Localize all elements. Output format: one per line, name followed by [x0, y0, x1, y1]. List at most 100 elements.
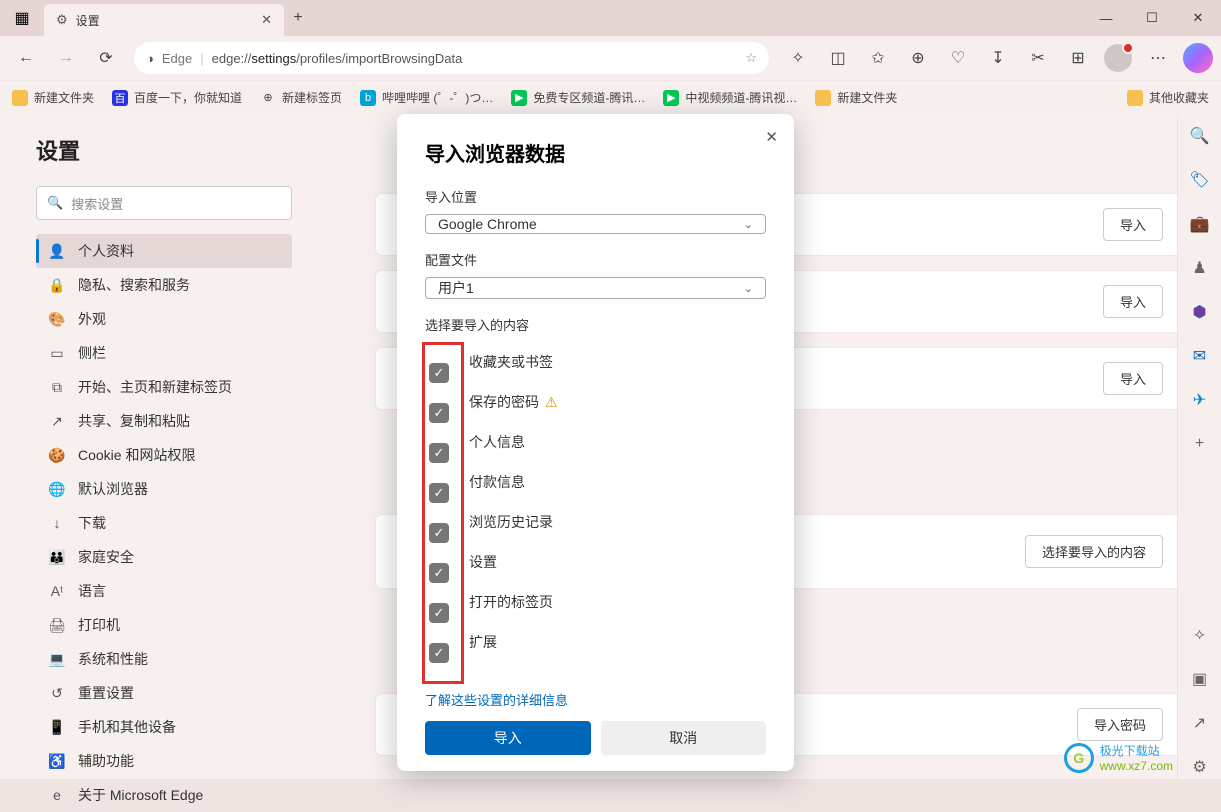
sidebar-item-label: 系统和性能 [78, 649, 148, 669]
sidebar-item[interactable]: 🔒隐私、搜索和服务 [36, 268, 292, 302]
edge-label: Edge [162, 51, 192, 66]
import-option-checkbox[interactable]: ✓ [429, 563, 449, 583]
browser-tab[interactable]: ⚙ 设置 ✕ [44, 4, 284, 36]
import-confirm-button[interactable]: 导入 [425, 721, 591, 755]
sidebar-item[interactable]: 👤个人资料 [36, 234, 292, 268]
bookmark-item[interactable]: 新建文件夹 [815, 89, 897, 106]
collections-icon[interactable]: ⊕ [899, 40, 937, 76]
sidebar-item[interactable]: ↗共享、复制和粘贴 [36, 404, 292, 438]
downloads-icon[interactable]: ↧ [979, 40, 1017, 76]
bookmark-icon [815, 90, 831, 106]
apps-icon[interactable]: ⊞ [1059, 40, 1097, 76]
maximize-button[interactable]: ☐ [1129, 0, 1175, 36]
minimize-button[interactable]: — [1083, 0, 1129, 36]
bookmark-item[interactable]: ⊕新建标签页 [260, 89, 342, 106]
sidebar-item[interactable]: ↓下载 [36, 506, 292, 540]
profile-select[interactable]: 用户1 ⌄ [425, 277, 766, 299]
extensions-icon[interactable]: ✧ [779, 40, 817, 76]
chevron-down-icon: ⌄ [744, 218, 753, 231]
tab-overview-icon[interactable]: ▦ [0, 8, 44, 28]
favorites-icon[interactable]: ✩ [859, 40, 897, 76]
bookmark-icon: ▶ [663, 90, 679, 106]
toolbox-icon[interactable]: 💼 [1188, 212, 1212, 236]
sidebar-item-icon: ♿ [48, 753, 66, 770]
import-option-checkbox[interactable]: ✓ [429, 403, 449, 423]
import-option-checkbox[interactable]: ✓ [429, 483, 449, 503]
sidebar-item[interactable]: 📱手机和其他设备 [36, 710, 292, 744]
import-browser-data-dialog: ✕ 导入浏览器数据 导入位置 Google Chrome ⌄ 配置文件 用户1 … [397, 114, 794, 771]
bookmark-item[interactable]: 百百度一下，你就知道 [112, 89, 242, 106]
bookmark-item[interactable]: ▶免费专区频道-腾讯… [511, 89, 645, 106]
external-icon[interactable]: ↗ [1188, 711, 1212, 735]
learn-more-link[interactable]: 了解这些设置的详细信息 [425, 684, 766, 709]
gear-icon: ⚙ [56, 12, 68, 28]
address-bar[interactable]: ◑ Edge | edge://settings/profiles/import… [134, 42, 769, 74]
choose-content-label: 选择要导入的内容 [425, 315, 766, 334]
sidebar-item[interactable]: 🎨外观 [36, 302, 292, 336]
import-option-checkbox[interactable]: ✓ [429, 643, 449, 663]
sidebar-toggle-icon[interactable]: ▣ [1188, 667, 1212, 691]
settings-sidebar-icon[interactable]: ⚙ [1188, 755, 1212, 779]
customize-icon[interactable]: ⟡ [1188, 623, 1212, 647]
bookmark-item[interactable]: b哔哩哔哩 (゜-゜)つ… [360, 89, 493, 106]
bookmark-item[interactable]: 新建文件夹 [12, 89, 94, 106]
copilot-icon[interactable] [1183, 43, 1213, 73]
screenshot-icon[interactable]: ✂ [1019, 40, 1057, 76]
import-option-checkbox[interactable]: ✓ [429, 603, 449, 623]
watermark: G 极光下载站 www.xz7.com [1064, 742, 1173, 773]
tab-close-icon[interactable]: ✕ [261, 12, 272, 28]
cancel-button[interactable]: 取消 [601, 721, 767, 755]
sidebar-item[interactable]: 🌐默认浏览器 [36, 472, 292, 506]
other-favorites[interactable]: 其他收藏夹 [1127, 89, 1209, 106]
profile-avatar[interactable] [1099, 40, 1137, 76]
highlighted-checkboxes: ✓ ✓ ✓ ✓ ✓ ✓ ✓ ✓ [422, 342, 464, 684]
window-close-button[interactable]: ✕ [1175, 0, 1221, 36]
office-icon[interactable]: ⬢ [1188, 300, 1212, 324]
outlook-icon[interactable]: ✉ [1188, 344, 1212, 368]
import-option-checkbox[interactable]: ✓ [429, 363, 449, 383]
refresh-button[interactable]: ⟳ [88, 40, 124, 76]
sidebar-item-icon: ↓ [48, 515, 66, 531]
games-icon[interactable]: ♟ [1188, 256, 1212, 280]
performance-icon[interactable]: ♡ [939, 40, 977, 76]
import-option-checkbox[interactable]: ✓ [429, 523, 449, 543]
sidebar-item-icon: 🖨 [48, 617, 66, 634]
more-menu-icon[interactable]: ⋯ [1139, 40, 1177, 76]
import-option-label: 保存的密码⚠ [469, 382, 558, 422]
sidebar-item[interactable]: ↺重置设置 [36, 676, 292, 710]
sidebar-item[interactable]: 👪家庭安全 [36, 540, 292, 574]
search-sidebar-icon[interactable]: 🔍 [1188, 124, 1212, 148]
bookmark-item[interactable]: ▶中视频频道-腾讯视… [663, 89, 797, 106]
sidebar-item[interactable]: 🖨打印机 [36, 608, 292, 642]
select-import-content-button[interactable]: 选择要导入的内容 [1025, 535, 1163, 568]
new-tab-button[interactable]: + [284, 9, 312, 27]
dialog-close-button[interactable]: ✕ [765, 128, 778, 146]
import-button[interactable]: 导入 [1103, 208, 1163, 241]
split-screen-icon[interactable]: ◫ [819, 40, 857, 76]
import-option-checkbox[interactable]: ✓ [429, 443, 449, 463]
bookmark-icon: ▶ [511, 90, 527, 106]
import-button[interactable]: 导入 [1103, 285, 1163, 318]
sidebar-item[interactable]: ▭侧栏 [36, 336, 292, 370]
sidebar-item-label: 侧栏 [78, 343, 106, 363]
shopping-icon[interactable]: 🏷 [1188, 168, 1212, 192]
import-button[interactable]: 导入 [1103, 362, 1163, 395]
sidebar-item[interactable]: ♿辅助功能 [36, 744, 292, 778]
sidebar-item[interactable]: Aᵗ语言 [36, 574, 292, 608]
favorite-star-icon[interactable]: ☆ [745, 50, 757, 66]
sidebar-item-label: 关于 Microsoft Edge [78, 785, 203, 805]
sidebar-item[interactable]: e关于 Microsoft Edge [36, 778, 292, 812]
import-from-select[interactable]: Google Chrome ⌄ [425, 214, 766, 234]
settings-search[interactable]: 🔍 搜索设置 [36, 186, 292, 220]
add-sidebar-icon[interactable]: + [1188, 432, 1212, 456]
back-button[interactable]: ← [8, 40, 44, 76]
import-option-label: 打开的标签页 [469, 582, 558, 622]
sidebar-item-icon: 👪 [48, 549, 66, 566]
sidebar-item[interactable]: 💻系统和性能 [36, 642, 292, 676]
import-option-label: 收藏夹或书签 [469, 342, 558, 382]
sidebar-item[interactable]: 🍪Cookie 和网站权限 [36, 438, 292, 472]
sidebar-item[interactable]: ⧉开始、主页和新建标签页 [36, 370, 292, 404]
url-text: edge://settings/profiles/importBrowsingD… [212, 51, 738, 66]
import-password-button[interactable]: 导入密码 [1077, 708, 1163, 741]
send-icon[interactable]: ✈ [1188, 388, 1212, 412]
